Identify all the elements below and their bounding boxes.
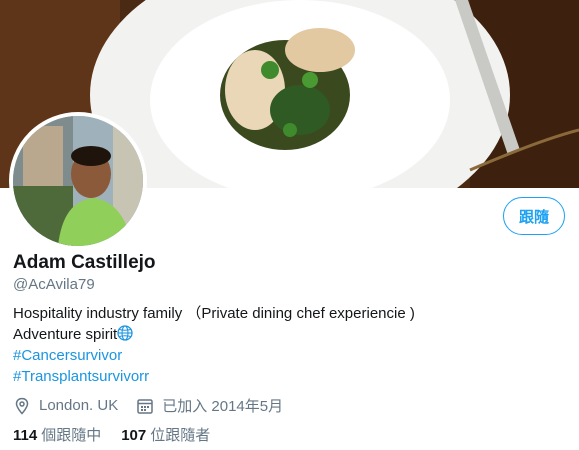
profile-meta: London. UK 已加入 2014年5月 bbox=[13, 395, 301, 416]
joined-text: 已加入 2014年5月 bbox=[162, 398, 284, 415]
following-label: 個跟隨中 bbox=[41, 427, 102, 444]
hashtag-transplantsurvivorr-link[interactable]: #Transplantsurvivorr bbox=[13, 366, 415, 387]
following-count: 114 bbox=[13, 427, 38, 444]
followers-link[interactable]: 107 位跟隨者 bbox=[121, 424, 210, 445]
globe-emoji-icon bbox=[117, 325, 133, 341]
location-text: London. UK bbox=[39, 397, 119, 414]
joined-item: 已加入 2014年5月 bbox=[136, 395, 283, 416]
location-pin-icon bbox=[15, 397, 29, 415]
following-link[interactable]: 114 個跟隨中 bbox=[13, 424, 101, 445]
profile-stats: 114 個跟隨中 107 位跟隨者 bbox=[13, 424, 230, 445]
bio-line-2: Adventure spirit bbox=[13, 324, 415, 345]
follow-button[interactable]: 跟隨 bbox=[503, 197, 565, 235]
location-item: London. UK bbox=[13, 397, 118, 415]
profile-name: Adam Castillejo bbox=[13, 252, 156, 273]
profile-avatar[interactable] bbox=[9, 112, 147, 250]
profile-handle: @AcAvila79 bbox=[13, 276, 95, 293]
calendar-icon bbox=[137, 398, 153, 414]
profile-bio: Hospitality industry family （Private din… bbox=[13, 303, 415, 387]
followers-count: 107 bbox=[121, 427, 147, 444]
followers-label: 位跟隨者 bbox=[150, 427, 211, 444]
bio-line-1: Hospitality industry family （Private din… bbox=[13, 305, 415, 322]
hashtag-cancersurvivor-link[interactable]: #Cancersurvivor bbox=[13, 345, 415, 366]
bio-line-2-text: Adventure spirit bbox=[13, 326, 118, 343]
